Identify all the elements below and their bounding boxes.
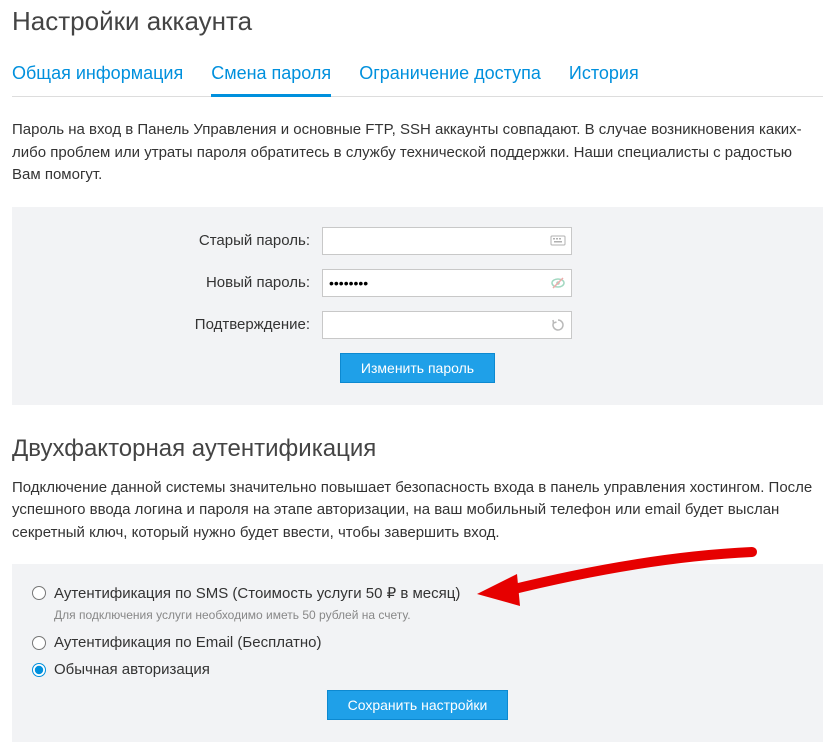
- radio-normal-label: Обычная авторизация: [54, 661, 210, 678]
- radio-sms[interactable]: [32, 586, 46, 600]
- twofa-panel: Аутентификация по SMS (Стоимость услуги …: [12, 564, 823, 742]
- old-password-row: Старый пароль:: [32, 227, 803, 255]
- tabs-bar: Общая информация Смена пароля Ограничени…: [12, 55, 823, 97]
- keyboard-icon: [550, 233, 566, 249]
- tab-history[interactable]: История: [569, 55, 639, 96]
- tab-general[interactable]: Общая информация: [12, 55, 183, 96]
- password-description: Пароль на вход в Панель Управления и осн…: [12, 119, 823, 187]
- old-password-label: Старый пароль:: [32, 232, 322, 249]
- twofa-option-sms[interactable]: Аутентификация по SMS (Стоимость услуги …: [32, 584, 803, 602]
- confirm-password-row: Подтверждение:: [32, 311, 803, 339]
- confirm-password-label: Подтверждение:: [32, 316, 322, 333]
- save-settings-button[interactable]: Сохранить настройки: [327, 690, 509, 720]
- radio-email[interactable]: [32, 636, 46, 650]
- radio-normal[interactable]: [32, 663, 46, 677]
- radio-sms-label: Аутентификация по SMS (Стоимость услуги …: [54, 584, 460, 602]
- tab-access[interactable]: Ограничение доступа: [359, 55, 541, 96]
- password-panel: Старый пароль: Новый пароль: Подтвержден…: [12, 207, 823, 405]
- tab-password[interactable]: Смена пароля: [211, 55, 331, 96]
- twofa-description: Подключение данной системы значительно п…: [12, 477, 823, 545]
- twofa-option-normal[interactable]: Обычная авторизация: [32, 661, 803, 678]
- new-password-row: Новый пароль:: [32, 269, 803, 297]
- old-password-input[interactable]: [322, 227, 572, 255]
- confirm-password-input[interactable]: [322, 311, 572, 339]
- twofa-option-email[interactable]: Аутентификация по Email (Бесплатно): [32, 634, 803, 651]
- refresh-icon[interactable]: [550, 317, 566, 333]
- new-password-label: Новый пароль:: [32, 274, 322, 291]
- new-password-input[interactable]: [322, 269, 572, 297]
- twofa-title: Двухфакторная аутентификация: [12, 435, 823, 463]
- change-password-button[interactable]: Изменить пароль: [340, 353, 495, 383]
- radio-email-label: Аутентификация по Email (Бесплатно): [54, 634, 322, 651]
- eye-icon[interactable]: [550, 275, 566, 291]
- page-title: Настройки аккаунта: [12, 6, 823, 37]
- sms-note: Для подключения услуги необходимо иметь …: [54, 608, 803, 622]
